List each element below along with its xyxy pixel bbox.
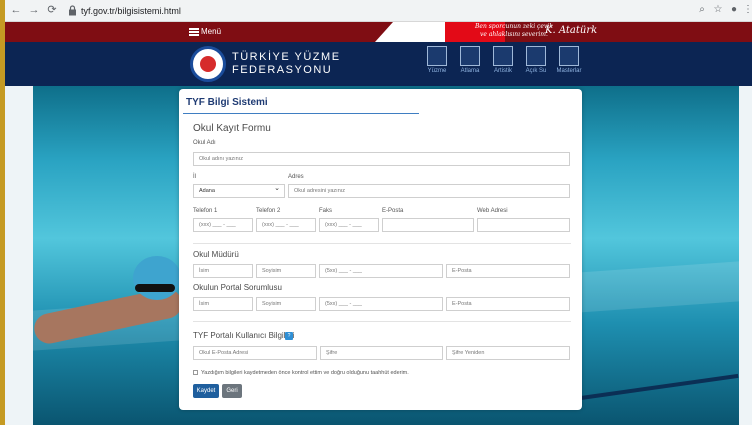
reload-icon[interactable]: ⟳ xyxy=(45,3,59,17)
lock-icon xyxy=(69,5,76,16)
masters-icon xyxy=(559,46,579,66)
menu-button[interactable]: Menü xyxy=(189,26,221,38)
mudur-isim-input[interactable]: İsim xyxy=(193,264,253,278)
nav-item-atlama[interactable]: Atlama xyxy=(453,46,487,74)
portal-eposta-input[interactable]: E-Posta xyxy=(446,297,570,311)
web-label: Web Adresi xyxy=(477,208,508,214)
nav-label: Açık Su xyxy=(525,68,547,74)
signature: K. Atatürk xyxy=(545,25,598,36)
sifre-tekrar-input[interactable]: Şifre Yeniden xyxy=(446,346,570,360)
portal-isim-input[interactable]: İsim xyxy=(193,297,253,311)
portal-soyisim-input[interactable]: Soyisim xyxy=(256,297,316,311)
form-title: Okul Kayıt Formu xyxy=(193,123,271,134)
telefon1-label: Telefon 1 xyxy=(193,208,218,214)
portal-section-title: Okulun Portal Sorumlusu xyxy=(193,283,282,292)
section-divider xyxy=(193,321,571,322)
swimmer-goggles xyxy=(135,284,175,292)
card-title: TYF Bilgi Sistemi xyxy=(186,97,268,108)
eposta-input[interactable] xyxy=(382,218,474,232)
telefon2-input[interactable]: (xxx) ___ - ___ xyxy=(256,218,316,232)
artistic-swim-icon xyxy=(493,46,513,66)
nav-item-yuzme[interactable]: Yüzme xyxy=(420,46,454,74)
eposta-label: E-Posta xyxy=(382,208,404,214)
site-header: TÜRKİYE YÜZME FEDERASYONU Yüzme Atlama A… xyxy=(5,42,752,86)
logo-emblem-icon xyxy=(200,56,216,72)
brand-name[interactable]: TÜRKİYE YÜZME FEDERASYONU xyxy=(232,51,341,77)
telefon2-label: Telefon 2 xyxy=(256,208,281,214)
more-menu-icon[interactable]: ⋮ xyxy=(741,3,752,17)
telefon1-input[interactable]: (xxx) ___ - ___ xyxy=(193,218,253,232)
bookmark-star-icon[interactable]: ☆ xyxy=(711,3,725,17)
consent-checkbox[interactable] xyxy=(193,370,198,375)
profile-icon[interactable]: ● xyxy=(727,3,741,17)
back-arrow-icon[interactable]: ← xyxy=(9,3,23,17)
zoom-icon[interactable]: ⌕ xyxy=(695,3,709,17)
kullanici-eposta-input[interactable]: Okul E-Posta Adresi xyxy=(193,346,317,360)
address-bar[interactable]: tyf.gov.tr/bilgisistemi.html xyxy=(81,4,181,18)
brand-line-1: TÜRKİYE YÜZME xyxy=(232,51,341,63)
mudur-gsm-input[interactable]: (5xx) ___ - ___ xyxy=(319,264,443,278)
help-icon[interactable]: ? xyxy=(285,332,293,340)
quote-line-2: ve ahlaklısını severim. xyxy=(479,31,548,38)
title-underline xyxy=(183,113,419,114)
mudur-eposta-input[interactable]: E-Posta xyxy=(446,264,570,278)
nav-item-artistik[interactable]: Artistik xyxy=(486,46,520,74)
ataturk-quote: Ben sporcunun zeki çevik ve ahlaklısını … xyxy=(475,23,553,39)
faks-label: Faks xyxy=(319,208,333,214)
okul-kayit-form: Okul Kayıt Formu Okul Adı Okul adını yaz… xyxy=(183,117,578,405)
swimmer-cap xyxy=(133,256,181,300)
menu-label: Menü xyxy=(201,27,222,36)
brand-line-2: FEDERASYONU xyxy=(232,64,333,76)
sifre-input[interactable]: Şifre xyxy=(320,346,443,360)
top-banner: Menü Ben sporcunun zeki çevik ve ahlaklı… xyxy=(5,22,752,42)
adres-label: Adres xyxy=(288,174,304,180)
portal-gsm-input[interactable]: (5xx) ___ - ___ xyxy=(319,297,443,311)
save-button[interactable]: Kaydet xyxy=(193,384,219,398)
nav-label: Masterlar xyxy=(556,68,582,74)
kullanici-section-title: TYF Portalı Kullanıcı Bilgileri xyxy=(193,331,295,340)
nav-label: Yüzme xyxy=(427,68,447,74)
web-input[interactable] xyxy=(477,218,570,232)
nav-item-masterlar[interactable]: Masterlar xyxy=(552,46,586,74)
open-water-icon xyxy=(526,46,546,66)
mudur-section-title: Okul Müdürü xyxy=(193,250,239,259)
consent-text: Yazdığım bilgileri kaydetmeden önce kont… xyxy=(201,370,409,376)
okul-adi-input[interactable]: Okul adını yazınız xyxy=(193,152,570,166)
okul-adi-label: Okul Adı xyxy=(193,140,216,146)
faks-input[interactable]: (xxx) ___ - ___ xyxy=(319,218,379,232)
hamburger-icon xyxy=(189,27,199,36)
nav-label: Artistik xyxy=(494,68,512,74)
back-button[interactable]: Geri xyxy=(222,384,242,398)
adres-input[interactable]: Okul adresini yazınız xyxy=(288,184,570,198)
il-label: İl xyxy=(193,174,196,180)
quote-line-1: Ben sporcunun zeki çevik xyxy=(475,23,553,30)
bilgi-sistemi-card: TYF Bilgi Sistemi Okul Kayıt Formu Okul … xyxy=(179,89,582,410)
mudur-soyisim-input[interactable]: Soyisim xyxy=(256,264,316,278)
nav-item-acik-su[interactable]: Açık Su xyxy=(519,46,553,74)
nav-label: Atlama xyxy=(460,68,480,74)
il-select[interactable]: Adana xyxy=(193,184,285,198)
swimmer-icon xyxy=(427,46,447,66)
diver-icon xyxy=(460,46,480,66)
section-divider xyxy=(193,243,571,244)
forward-arrow-icon[interactable]: → xyxy=(27,3,41,17)
tyf-logo[interactable] xyxy=(190,46,226,82)
browser-toolbar: ← → ⟳ tyf.gov.tr/bilgisistemi.html ⌕ ☆ ●… xyxy=(5,0,752,22)
